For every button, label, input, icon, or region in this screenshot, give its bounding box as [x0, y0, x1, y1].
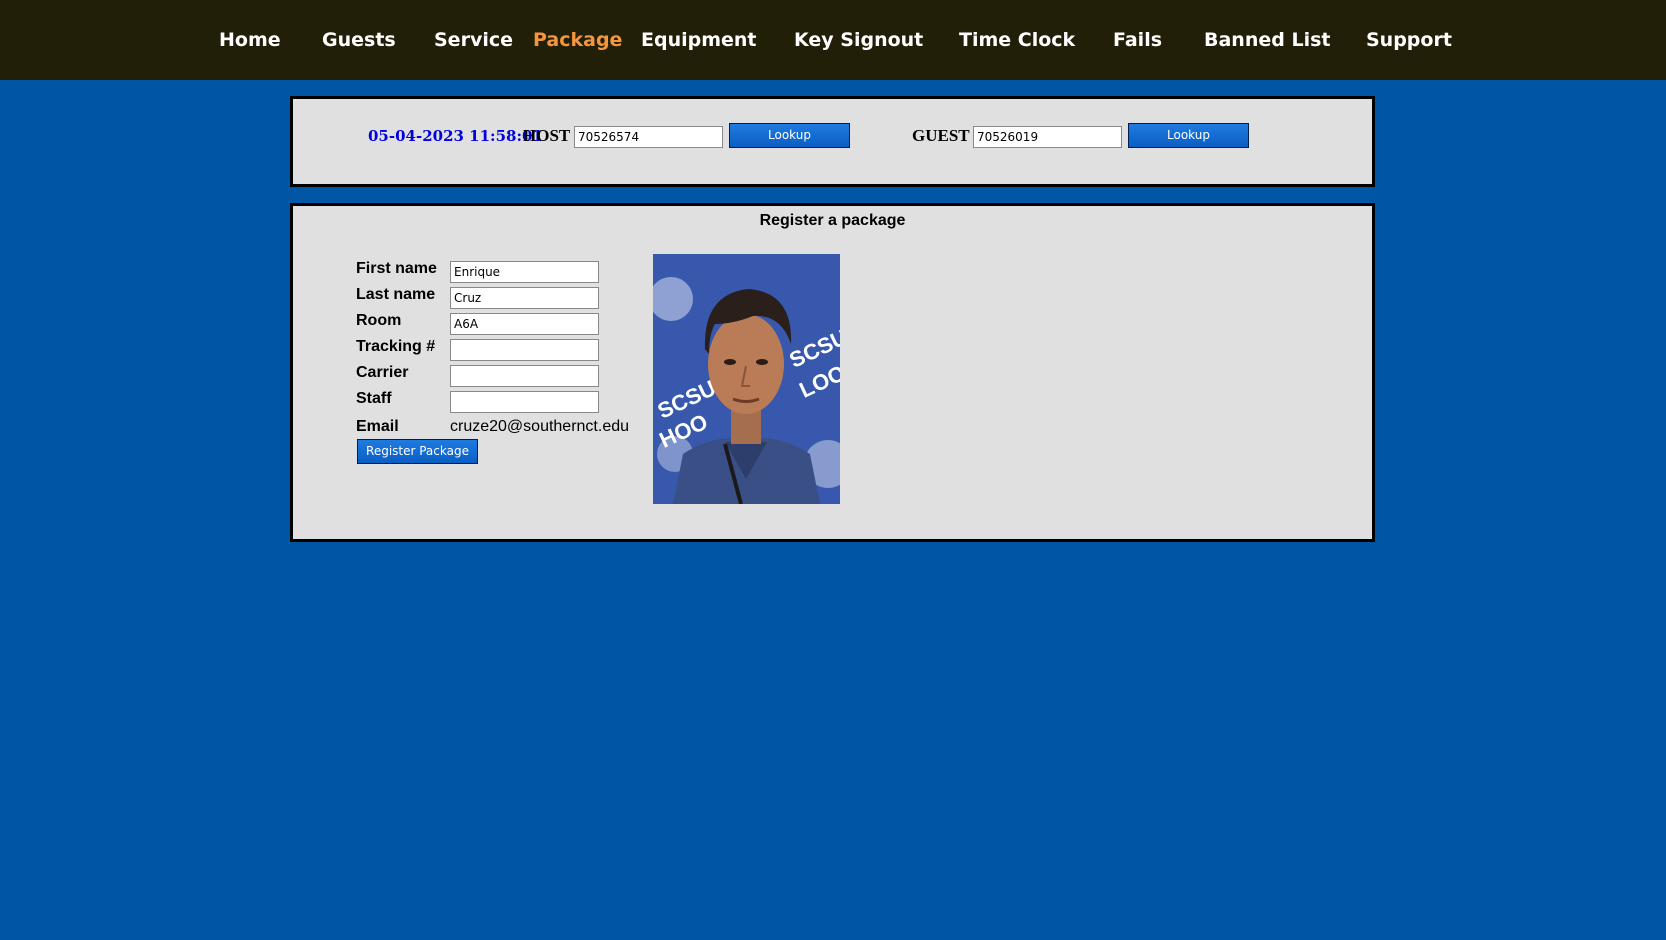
- nav-service[interactable]: Service: [434, 28, 513, 52]
- host-lookup-button[interactable]: Lookup: [729, 123, 850, 148]
- register-package-panel: Register a package First name Enrique La…: [290, 203, 1375, 542]
- nav-support[interactable]: Support: [1366, 28, 1452, 52]
- host-label: HOST: [523, 126, 571, 145]
- nav-key-signout[interactable]: Key Signout: [794, 28, 923, 52]
- tracking-label: Tracking #: [356, 338, 436, 355]
- register-title: Register a package: [759, 212, 906, 229]
- staff-label: Staff: [356, 390, 392, 407]
- staff-input[interactable]: [450, 391, 599, 413]
- top-nav: Home Guests Service Package Equipment Ke…: [0, 0, 1666, 80]
- tracking-input[interactable]: [450, 339, 599, 361]
- guest-lookup-button[interactable]: Lookup: [1128, 123, 1249, 148]
- email-value: cruze20@southernct.edu: [450, 418, 630, 435]
- student-photo-image: SCSU SCSU HOO LOO: [653, 254, 840, 504]
- room-input[interactable]: A6A: [450, 313, 599, 335]
- nav-banned-list[interactable]: Banned List: [1204, 28, 1330, 52]
- lookup-panel: 05-04-2023 11:58:01 HOST 70526574 Lookup…: [290, 96, 1375, 187]
- nav-home[interactable]: Home: [219, 28, 281, 52]
- first-name-input[interactable]: Enrique: [450, 261, 599, 283]
- nav-fails[interactable]: Fails: [1113, 28, 1162, 52]
- guest-label: GUEST: [912, 126, 970, 145]
- nav-time-clock[interactable]: Time Clock: [959, 28, 1075, 52]
- first-name-label: First name: [356, 260, 437, 277]
- carrier-input[interactable]: [450, 365, 599, 387]
- guest-id-input[interactable]: 70526019: [973, 126, 1122, 148]
- register-package-button[interactable]: Register Package: [357, 439, 478, 464]
- nav-package[interactable]: Package: [533, 28, 622, 52]
- email-label: Email: [356, 418, 399, 435]
- carrier-label: Carrier: [356, 364, 409, 381]
- nav-equipment[interactable]: Equipment: [641, 28, 757, 52]
- student-photo: SCSU SCSU HOO LOO: [653, 254, 840, 504]
- last-name-input[interactable]: Cruz: [450, 287, 599, 309]
- last-name-label: Last name: [356, 286, 436, 303]
- room-label: Room: [356, 312, 402, 329]
- nav-guests[interactable]: Guests: [322, 28, 396, 52]
- host-id-input[interactable]: 70526574: [574, 126, 723, 148]
- current-datetime: 05-04-2023 11:58:01: [368, 127, 543, 145]
